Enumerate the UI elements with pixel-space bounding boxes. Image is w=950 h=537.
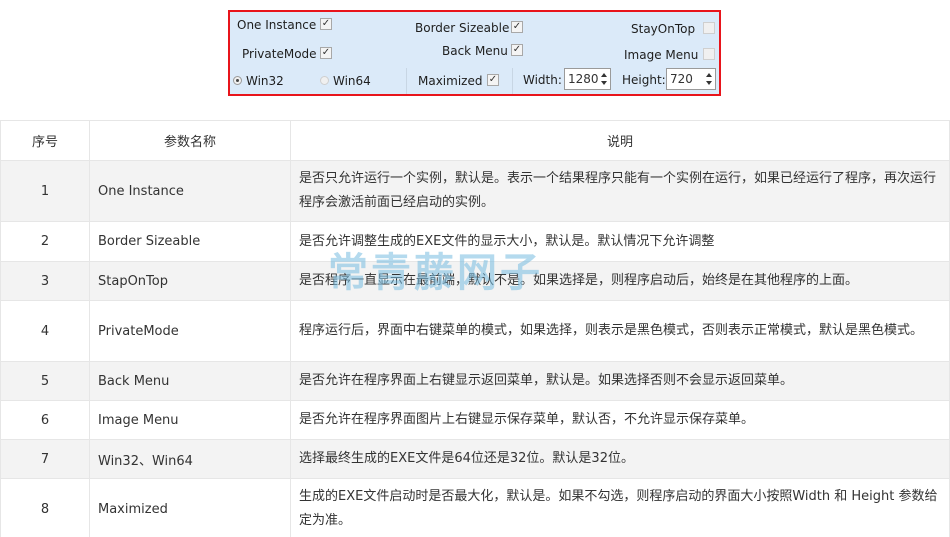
header-name: 参数名称 bbox=[89, 120, 291, 161]
row-desc: 是否允许调整生成的EXE文件的显示大小，默认是。默认情况下允许调整 bbox=[290, 221, 950, 262]
back-menu-label: Back Menu bbox=[442, 44, 508, 58]
row-desc: 是否允许在程序界面图片上右键显示保存菜单，默认否，不允许显示保存菜单。 bbox=[290, 400, 950, 440]
settings-panel: One Instance ✓ Border Sizeable ✓ StayOnT… bbox=[228, 10, 721, 96]
table-row: 8 Maximized 生成的EXE文件启动时是否最大化，默认是。如果不勾选，则… bbox=[0, 478, 950, 537]
parameter-table: 序号 参数名称 说明 1 One Instance 是否只允许运行一个实例，默认… bbox=[0, 120, 950, 537]
row-desc: 是否允许在程序界面上右键显示返回菜单，默认是。如果选择否则不会显示返回菜单。 bbox=[290, 361, 950, 401]
win32-radio[interactable] bbox=[233, 76, 242, 85]
row-name: One Instance bbox=[89, 160, 291, 222]
table-row: 6 Image Menu 是否允许在程序界面图片上右键显示保存菜单，默认否，不允… bbox=[0, 400, 950, 440]
row-index: 8 bbox=[0, 478, 90, 537]
image-menu-label: Image Menu bbox=[624, 48, 699, 62]
row-name: Maximized bbox=[89, 478, 291, 537]
one-instance-checkbox[interactable]: ✓ bbox=[320, 18, 332, 30]
width-spinbox[interactable]: 1280 bbox=[564, 68, 611, 90]
table-row: 7 Win32、Win64 选择最终生成的EXE文件是64位还是32位。默认是3… bbox=[0, 439, 950, 479]
back-menu-checkbox[interactable]: ✓ bbox=[511, 44, 523, 56]
row-index: 1 bbox=[0, 160, 90, 222]
header-desc: 说明 bbox=[290, 120, 950, 161]
width-value: 1280 bbox=[568, 72, 599, 86]
row-name: Border Sizeable bbox=[89, 221, 291, 262]
table-row: 3 StapOnTop 是否程序一直显示在最前端，默认不是。如果选择是，则程序启… bbox=[0, 261, 950, 301]
header-index: 序号 bbox=[0, 120, 90, 161]
stay-on-top-label: StayOnTop bbox=[631, 22, 696, 36]
row-index: 7 bbox=[0, 439, 90, 479]
win32-label: Win32 bbox=[246, 74, 284, 88]
row-name: Back Menu bbox=[89, 361, 291, 401]
row-name: Image Menu bbox=[89, 400, 291, 440]
table-row: 4 PrivateMode 程序运行后，界面中右键菜单的模式，如果选择，则表示是… bbox=[0, 300, 950, 362]
stay-on-top-checkbox[interactable] bbox=[703, 22, 715, 34]
table-row: 5 Back Menu 是否允许在程序界面上右键显示返回菜单，默认是。如果选择否… bbox=[0, 361, 950, 401]
row-desc: 程序运行后，界面中右键菜单的模式，如果选择，则表示是黑色模式，否则表示正常模式，… bbox=[290, 300, 950, 362]
row-name: StapOnTop bbox=[89, 261, 291, 301]
height-label: Height: bbox=[622, 73, 666, 87]
table-row: 2 Border Sizeable 是否允许调整生成的EXE文件的显示大小，默认… bbox=[0, 221, 950, 262]
image-menu-checkbox[interactable] bbox=[703, 48, 715, 60]
row-name: PrivateMode bbox=[89, 300, 291, 362]
spin-arrows-icon[interactable] bbox=[600, 70, 609, 88]
row-desc: 是否程序一直显示在最前端，默认不是。如果选择是，则程序启动后，始终是在其他程序的… bbox=[290, 261, 950, 301]
spin-arrows-icon[interactable] bbox=[705, 70, 714, 88]
row-index: 4 bbox=[0, 300, 90, 362]
row-index: 2 bbox=[0, 221, 90, 262]
one-instance-label: One Instance bbox=[237, 18, 317, 32]
win64-radio[interactable] bbox=[320, 76, 329, 85]
height-spinbox[interactable]: 720 bbox=[666, 68, 716, 90]
maximized-checkbox[interactable]: ✓ bbox=[487, 74, 499, 86]
width-label: Width: bbox=[523, 73, 562, 87]
border-sizeable-checkbox[interactable]: ✓ bbox=[511, 21, 523, 33]
row-index: 5 bbox=[0, 361, 90, 401]
maximized-label: Maximized bbox=[418, 74, 483, 88]
win64-label: Win64 bbox=[333, 74, 371, 88]
border-sizeable-label: Border Sizeable bbox=[415, 21, 510, 35]
table-row: 1 One Instance 是否只允许运行一个实例，默认是。表示一个结果程序只… bbox=[0, 160, 950, 222]
row-index: 3 bbox=[0, 261, 90, 301]
row-desc: 选择最终生成的EXE文件是64位还是32位。默认是32位。 bbox=[290, 439, 950, 479]
separator bbox=[512, 68, 513, 94]
row-desc: 是否只允许运行一个实例，默认是。表示一个结果程序只能有一个实例在运行，如果已经运… bbox=[290, 160, 950, 222]
table-header-row: 序号 参数名称 说明 bbox=[0, 120, 950, 161]
private-mode-label: PrivateMode bbox=[242, 47, 317, 61]
row-desc: 生成的EXE文件启动时是否最大化，默认是。如果不勾选，则程序启动的界面大小按照W… bbox=[290, 478, 950, 537]
row-name: Win32、Win64 bbox=[89, 439, 291, 479]
row-index: 6 bbox=[0, 400, 90, 440]
separator bbox=[406, 68, 407, 94]
height-value: 720 bbox=[670, 72, 693, 86]
private-mode-checkbox[interactable]: ✓ bbox=[320, 47, 332, 59]
